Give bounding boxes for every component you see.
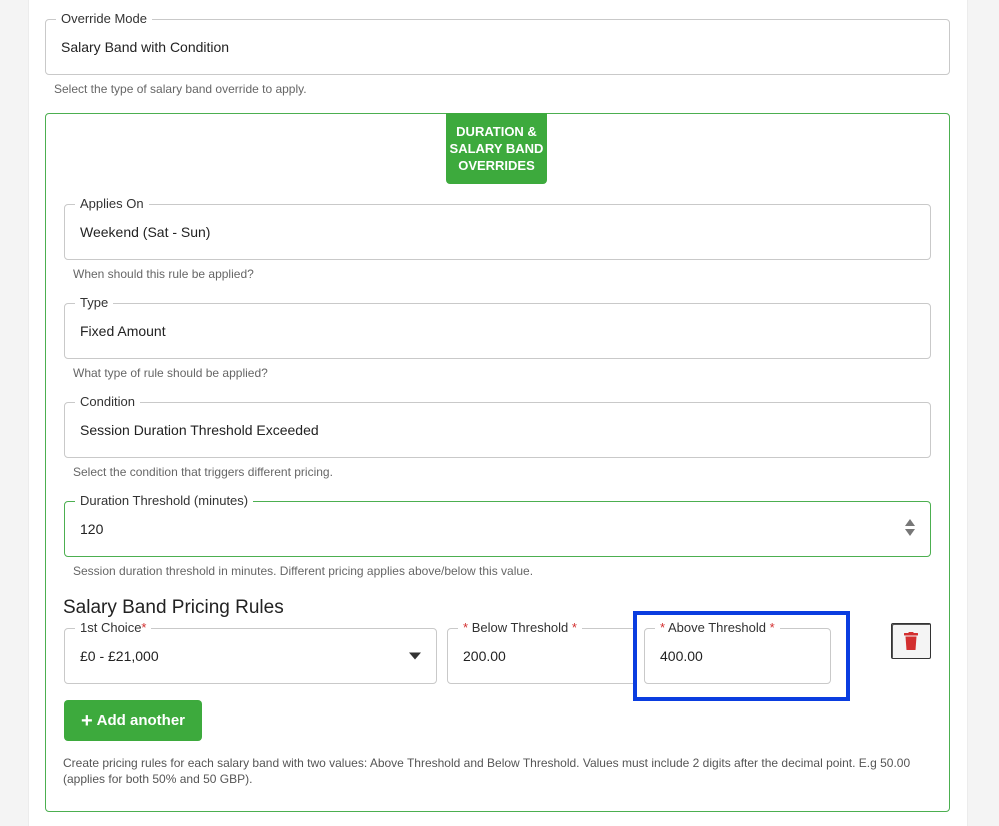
above-threshold-label: * Above Threshold * [655,619,780,637]
condition-select[interactable]: Condition Session Duration Threshold Exc… [64,393,931,458]
below-threshold-value: 200.00 [463,648,506,664]
chevron-down-icon[interactable] [409,652,421,660]
duration-threshold-input[interactable]: Duration Threshold (minutes) 120 [64,492,931,557]
plus-icon: + [80,709,93,732]
applies-on-label: Applies On [75,195,149,213]
duration-threshold-label: Duration Threshold (minutes) [75,492,254,510]
override-mode-select[interactable]: Override Mode Salary Band with Condition [45,10,950,75]
condition-value: Session Duration Threshold Exceeded [80,422,319,438]
duration-threshold-value: 120 [80,521,104,537]
applies-on-helper: When should this rule be applied? [73,267,254,281]
delete-row-button[interactable] [891,623,931,659]
add-another-label: Add another [96,712,186,729]
type-label: Type [75,294,114,312]
condition-label: Condition [75,393,140,411]
type-select[interactable]: Type Fixed Amount [64,294,931,359]
add-another-button[interactable]: + Add another [64,700,202,741]
choice-label: 1st Choice* [75,619,152,637]
below-threshold-input[interactable]: * Below Threshold * 200.00 [447,619,637,684]
above-threshold-input[interactable]: * Above Threshold * 400.00 [644,619,831,684]
condition-helper: Select the condition that triggers diffe… [73,465,333,479]
below-threshold-label: * Below Threshold * [458,619,582,637]
pricing-rules-note: Create pricing rules for each salary ban… [63,756,911,786]
applies-on-value: Weekend (Sat - Sun) [80,224,211,240]
trash-icon [904,632,918,650]
type-value: Fixed Amount [80,323,166,339]
duration-threshold-helper: Session duration threshold in minutes. D… [73,564,534,578]
section-badge: DURATION & SALARY BAND OVERRIDES [446,113,547,184]
applies-on-select[interactable]: Applies On Weekend (Sat - Sun) [64,195,931,260]
type-helper: What type of rule should be applied? [73,366,268,380]
override-mode-label: Override Mode [56,10,152,28]
override-mode-helper: Select the type of salary band override … [54,82,307,96]
choice-value: £0 - £21,000 [80,648,159,664]
spinner-icon[interactable] [904,519,916,539]
above-threshold-value: 400.00 [660,648,703,664]
pricing-rules-title: Salary Band Pricing Rules [63,597,284,618]
salary-band-choice-select[interactable]: 1st Choice* £0 - £21,000 [64,619,437,684]
override-mode-value: Salary Band with Condition [61,39,230,55]
